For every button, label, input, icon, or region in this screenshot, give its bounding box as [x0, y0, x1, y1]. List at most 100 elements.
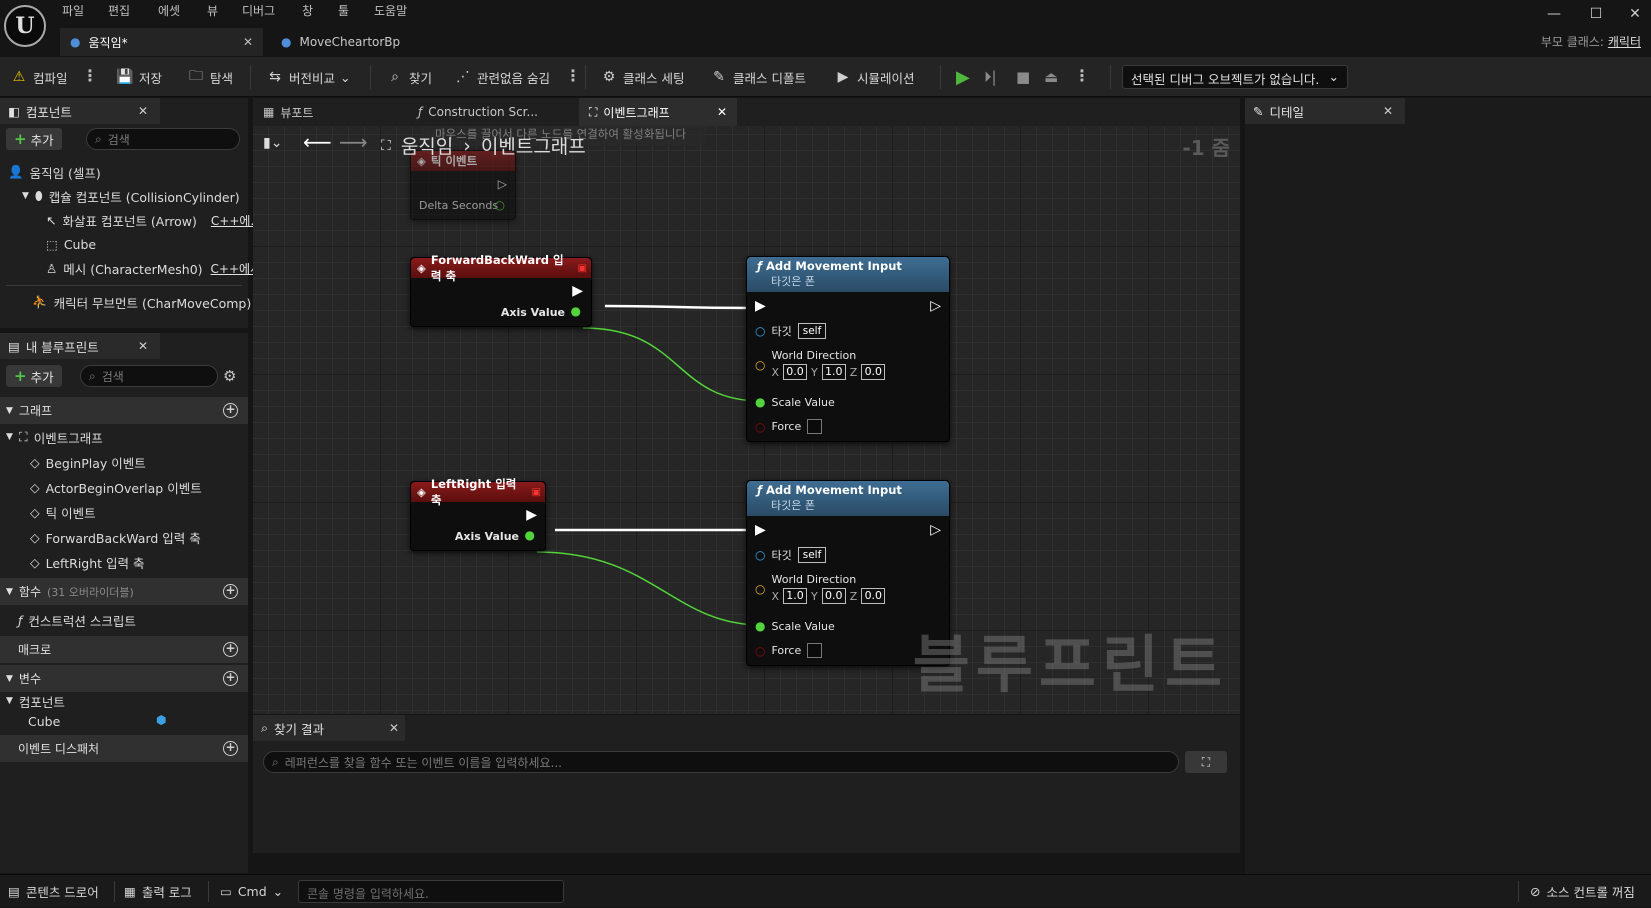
- tree-item-cube[interactable]: ⬚ Cube: [46, 232, 96, 256]
- add-function-icon[interactable]: +: [223, 584, 238, 599]
- object-pin-in[interactable]: ○: [755, 548, 765, 562]
- vector-z-field[interactable]: 0.0: [861, 364, 886, 380]
- event-item[interactable]: ◇ BeginPlay 이벤트: [30, 450, 146, 474]
- unreal-logo[interactable]: U: [4, 5, 46, 47]
- exec-pin-in[interactable]: ▶: [755, 522, 766, 538]
- close-tab-icon[interactable]: ✕: [243, 35, 253, 49]
- minimize-icon[interactable]: —: [1544, 6, 1564, 26]
- float-pin-in[interactable]: ●: [755, 395, 765, 409]
- variable-category-components[interactable]: ▼ 컴포넌트: [6, 691, 65, 711]
- menu-window[interactable]: 창: [302, 2, 313, 19]
- content-drawer-button[interactable]: ▤ 콘텐츠 드로어: [8, 875, 99, 908]
- exec-pin-out[interactable]: ▶: [526, 507, 537, 523]
- float-pin-out[interactable]: ●: [571, 304, 581, 318]
- menu-help[interactable]: 도움말: [374, 2, 407, 19]
- menu-file[interactable]: 파일: [62, 2, 84, 19]
- event-item[interactable]: ◇ ActorBeginOverlap 이벤트: [30, 475, 202, 499]
- force-checkbox[interactable]: [807, 643, 823, 658]
- force-checkbox[interactable]: [807, 419, 823, 434]
- doc-tab-movecharacter[interactable]: ● MoveCheartorBp: [271, 28, 431, 56]
- console-input[interactable]: 콘솔 명령을 입력하세요.: [298, 880, 564, 903]
- float-pin-in[interactable]: ●: [755, 619, 765, 633]
- menu-tools[interactable]: 툴: [338, 2, 349, 19]
- tree-item-movement[interactable]: ⛹ 캐릭터 무브먼트 (CharMoveComp): [32, 290, 251, 314]
- float-pin-out[interactable]: ●: [525, 528, 535, 542]
- vector-pin-in[interactable]: ○: [755, 582, 765, 596]
- bool-pin-in[interactable]: ○: [755, 420, 765, 434]
- section-graphs[interactable]: ▼ 그래프 +: [0, 397, 248, 424]
- tree-item-capsule[interactable]: ▼ ⬮ 캡슐 컴포넌트 (CollisionCylinder): [22, 184, 240, 208]
- object-pin-in[interactable]: ○: [755, 324, 765, 338]
- blueprint-search[interactable]: ⌕ 검색: [80, 365, 218, 387]
- tree-item-self[interactable]: 👤 움직임 (셀프): [8, 160, 101, 184]
- menu-edit[interactable]: 편집: [108, 2, 130, 19]
- tree-item-mesh[interactable]: ♙ 메시 (CharacterMesh0) C++에서...: [46, 256, 273, 280]
- vector-x-field[interactable]: 0.0: [783, 364, 808, 380]
- close-icon[interactable]: ✕: [138, 339, 148, 353]
- class-settings-button[interactable]: ⚙ 클래스 세팅: [596, 57, 688, 97]
- tree-item-arrow[interactable]: ↖ 화살표 컴포넌트 (Arrow) C++에...: [46, 208, 262, 232]
- browse-button[interactable]: 🗀 탐색: [183, 57, 237, 97]
- close-icon[interactable]: ✕: [717, 105, 727, 119]
- add-member-button[interactable]: + 추가: [6, 365, 62, 387]
- tab-viewport[interactable]: ▦ 뷰포트: [253, 98, 403, 126]
- section-variables[interactable]: ▼ 변수 +: [0, 665, 248, 692]
- delegate-pin-icon[interactable]: ▣: [532, 487, 541, 498]
- event-graph-item[interactable]: ▼ ⛶ 이벤트그래프: [6, 425, 103, 449]
- vector-z-field[interactable]: 0.0: [861, 588, 886, 604]
- tab-construction-script[interactable]: ƒ Construction Scr...: [408, 98, 578, 126]
- add-dispatcher-icon[interactable]: +: [223, 741, 238, 756]
- eject-button[interactable]: ⏏: [1040, 57, 1062, 97]
- add-macro-icon[interactable]: +: [223, 642, 238, 657]
- close-icon[interactable]: ✕: [389, 721, 399, 735]
- section-event-dispatchers[interactable]: 이벤트 디스패처 +: [0, 735, 248, 762]
- vector-y-field[interactable]: 0.0: [821, 588, 846, 604]
- diff-button[interactable]: ⇆ 버전비교 ⌄: [262, 57, 355, 97]
- find-options-icon[interactable]: ⋮: [565, 66, 581, 85]
- event-item[interactable]: ◇ ForwardBackWard 입력 축: [30, 525, 201, 549]
- section-functions[interactable]: ▼ 함수 (31 오버라이더블) +: [0, 578, 248, 605]
- debug-object-select[interactable]: 선택된 디버그 오브젝트가 없습니다. ⌄: [1122, 65, 1348, 89]
- find-button[interactable]: ⌕ 찾기: [382, 57, 436, 97]
- close-icon[interactable]: ✕: [138, 104, 148, 118]
- step-button[interactable]: ⏵|: [980, 57, 1001, 97]
- save-button[interactable]: 💾 저장: [112, 57, 166, 97]
- exec-pin-in[interactable]: ▶: [755, 298, 766, 314]
- add-variable-icon[interactable]: +: [223, 671, 238, 686]
- delegate-pin-icon[interactable]: ▣: [578, 263, 587, 274]
- output-log-button[interactable]: ▦ 출력 로그: [124, 875, 192, 908]
- vector-x-field[interactable]: 1.0: [783, 588, 808, 604]
- menu-view[interactable]: 뷰: [207, 2, 218, 19]
- play-options-icon[interactable]: ⋮: [1074, 66, 1090, 85]
- event-graph-canvas[interactable]: 마우스를 끌어서 다른 노드를 연결하여 활성화됩니다 ◈ 틱 이벤트 ▷ De…: [253, 126, 1240, 714]
- components-tab[interactable]: ◧ 컴포넌트 ✕: [0, 98, 160, 124]
- my-blueprint-tab[interactable]: ▤ 내 블루프린트 ✕: [0, 333, 160, 359]
- exec-pin-out[interactable]: ▷: [930, 522, 941, 538]
- source-control-button[interactable]: ⊘ 소스 컨트롤 꺼짐: [1530, 875, 1635, 908]
- menu-debug[interactable]: 디버그: [242, 2, 275, 19]
- event-item[interactable]: ◇ 틱 이벤트: [30, 500, 96, 524]
- vector-y-field[interactable]: 1.0: [821, 364, 846, 380]
- variable-cube[interactable]: Cube: [28, 711, 60, 731]
- exec-pin-out[interactable]: ▷: [498, 177, 507, 191]
- parent-class-link[interactable]: 캐릭터: [1608, 35, 1641, 49]
- section-macros[interactable]: 매크로 +: [0, 636, 248, 663]
- forward-axis-node[interactable]: ◈ ForwardBackWard 입력 축 ▣ ▶ Axis Value ●: [410, 253, 592, 327]
- back-button[interactable]: ⟵: [303, 130, 332, 154]
- hide-unrelated-button[interactable]: ⋰ 관련없음 숨김: [450, 57, 554, 97]
- class-defaults-button[interactable]: ✎ 클래스 디폴트: [706, 57, 810, 97]
- gear-icon[interactable]: ⚙: [223, 367, 236, 385]
- compile-button[interactable]: ⚠ 컴파일: [6, 57, 72, 97]
- stop-button[interactable]: ■: [1012, 57, 1034, 97]
- simulation-button[interactable]: ▶ 시뮬레이션: [830, 57, 919, 97]
- exec-pin-out[interactable]: ▶: [572, 283, 583, 299]
- play-button[interactable]: ▶: [952, 57, 974, 97]
- find-results-search[interactable]: ⌕ 레퍼런스를 찾을 함수 또는 이벤트 이름을 입력하세요...: [263, 751, 1179, 773]
- maximize-icon[interactable]: ☐: [1586, 6, 1606, 26]
- collapse-arrow-icon[interactable]: ▼: [22, 191, 29, 201]
- vector-pin-in[interactable]: ○: [755, 358, 765, 372]
- bool-pin-in[interactable]: ○: [755, 644, 765, 658]
- add-movement-input-node-1[interactable]: ƒ Add Movement Input 타깃은 폰 ▶ ▷ ○ 타깃 self…: [746, 256, 950, 442]
- components-search[interactable]: ⌕ 검색: [86, 128, 240, 150]
- event-item[interactable]: ◇ LeftRight 입력 축: [30, 550, 145, 574]
